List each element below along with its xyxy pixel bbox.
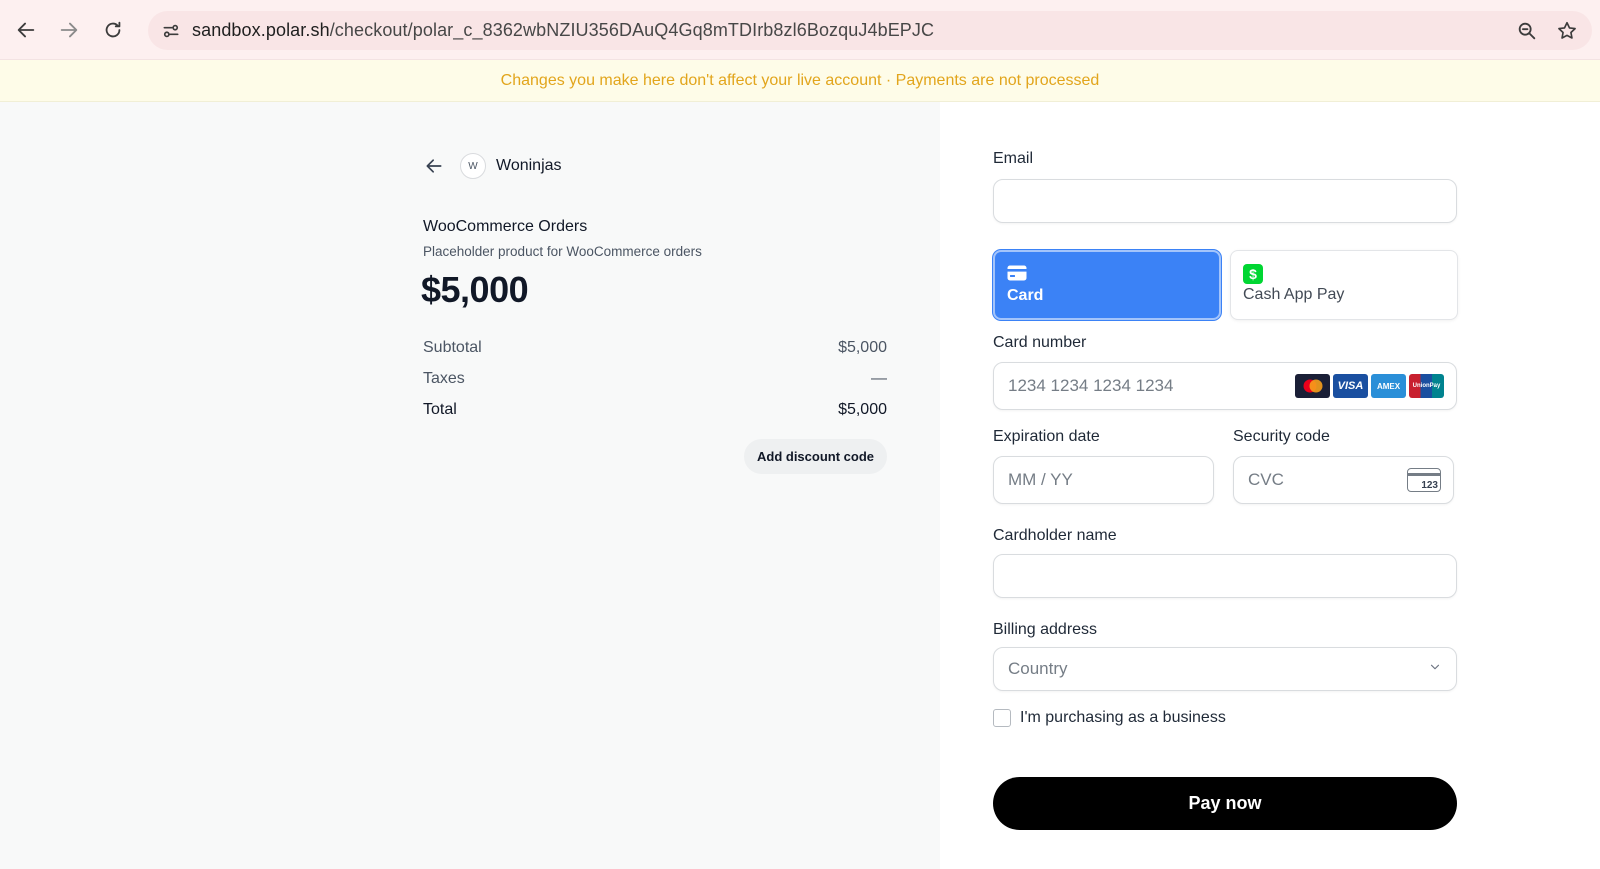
email-label: Email — [993, 150, 1034, 167]
amex-icon: AMEX — [1371, 374, 1406, 398]
browser-toolbar: sandbox.polar.sh/checkout/polar_c_8362wb… — [0, 0, 1600, 60]
cardholder-name-field[interactable] — [993, 554, 1457, 598]
card-number-field[interactable]: VISA AMEX UnionPay — [993, 362, 1457, 410]
zoom-icon[interactable] — [1514, 18, 1540, 44]
payment-method-card[interactable]: Card — [993, 250, 1221, 320]
expiration-date-label: Expiration date — [993, 428, 1100, 445]
product-description: Placeholder product for WooCommerce orde… — [423, 244, 702, 259]
business-purchase-option[interactable]: I'm purchasing as a business — [993, 709, 1226, 727]
security-code-field[interactable]: 123 — [1233, 456, 1454, 504]
cardholder-name-input[interactable] — [994, 555, 1456, 597]
email-input[interactable] — [994, 180, 1456, 222]
email-field[interactable] — [993, 179, 1457, 223]
business-checkbox[interactable] — [993, 709, 1011, 727]
payment-form-panel: Email Card $ Cash App Pay Card number VI… — [940, 102, 1600, 869]
sandbox-banner: Changes you make here don't affect your … — [0, 60, 1600, 102]
sandbox-banner-text: Changes you make here don't affect your … — [500, 71, 1100, 89]
card-brand-logos: VISA AMEX UnionPay — [1295, 374, 1444, 398]
total-row: Total $5,000 — [423, 401, 887, 419]
expiration-date-field[interactable] — [993, 456, 1214, 504]
svg-text:$: $ — [1249, 266, 1257, 282]
url-path: /checkout/polar_c_8362wbNZIU356DAuQ4Gq8m… — [329, 20, 935, 40]
reload-icon[interactable] — [93, 10, 133, 50]
total-value: $5,000 — [838, 401, 887, 418]
country-select[interactable]: Country — [993, 647, 1457, 691]
subtotal-label: Subtotal — [423, 339, 482, 356]
taxes-value: — — [871, 370, 887, 387]
pay-now-button[interactable]: Pay now — [993, 777, 1457, 830]
card-number-label: Card number — [993, 334, 1087, 351]
cardholder-name-label: Cardholder name — [993, 527, 1117, 544]
back-arrow-icon[interactable] — [420, 152, 448, 180]
url-host: sandbox.polar.sh — [192, 20, 330, 40]
payment-method-cash-app-label: Cash App Pay — [1243, 286, 1345, 303]
subtotal-row: Subtotal $5,000 — [423, 339, 887, 357]
add-discount-code-button[interactable]: Add discount code — [744, 439, 887, 474]
country-select-value: Country — [1008, 659, 1068, 678]
credit-card-icon — [1007, 265, 1027, 286]
merchant-avatar: W — [460, 153, 486, 179]
chevron-down-icon — [1428, 659, 1442, 679]
bookmark-star-icon[interactable] — [1554, 18, 1580, 44]
taxes-label: Taxes — [423, 370, 465, 387]
unionpay-text: UnionPay — [1412, 383, 1441, 389]
payment-method-cash-app[interactable]: $ Cash App Pay — [1230, 250, 1458, 320]
security-code-label: Security code — [1233, 428, 1330, 445]
order-summary-panel: W Woninjas WooCommerce Orders Placeholde… — [0, 102, 940, 869]
payment-method-card-label: Card — [1007, 287, 1044, 304]
total-label: Total — [423, 401, 457, 418]
product-title: WooCommerce Orders — [423, 218, 588, 235]
cvc-icon-text: 123 — [1421, 480, 1438, 491]
merchant-name: Woninjas — [496, 157, 562, 174]
expiration-date-input[interactable] — [994, 457, 1213, 503]
product-price: $5,000 — [421, 269, 529, 310]
visa-icon: VISA — [1333, 374, 1368, 398]
forward-arrow-icon[interactable] — [49, 10, 89, 50]
taxes-row: Taxes — — [423, 370, 887, 388]
business-checkbox-label: I'm purchasing as a business — [1020, 709, 1226, 726]
address-bar[interactable]: sandbox.polar.sh/checkout/polar_c_8362wb… — [148, 11, 1592, 50]
billing-address-label: Billing address — [993, 621, 1098, 638]
url-text: sandbox.polar.sh/checkout/polar_c_8362wb… — [192, 20, 934, 41]
merchant-header: W Woninjas — [420, 152, 562, 180]
site-settings-icon[interactable] — [160, 20, 182, 42]
mastercard-icon — [1295, 374, 1330, 398]
cvc-card-icon: 123 — [1407, 468, 1441, 492]
back-arrow-icon[interactable] — [6, 10, 46, 50]
subtotal-value: $5,000 — [838, 339, 887, 356]
unionpay-icon: UnionPay — [1409, 374, 1444, 398]
